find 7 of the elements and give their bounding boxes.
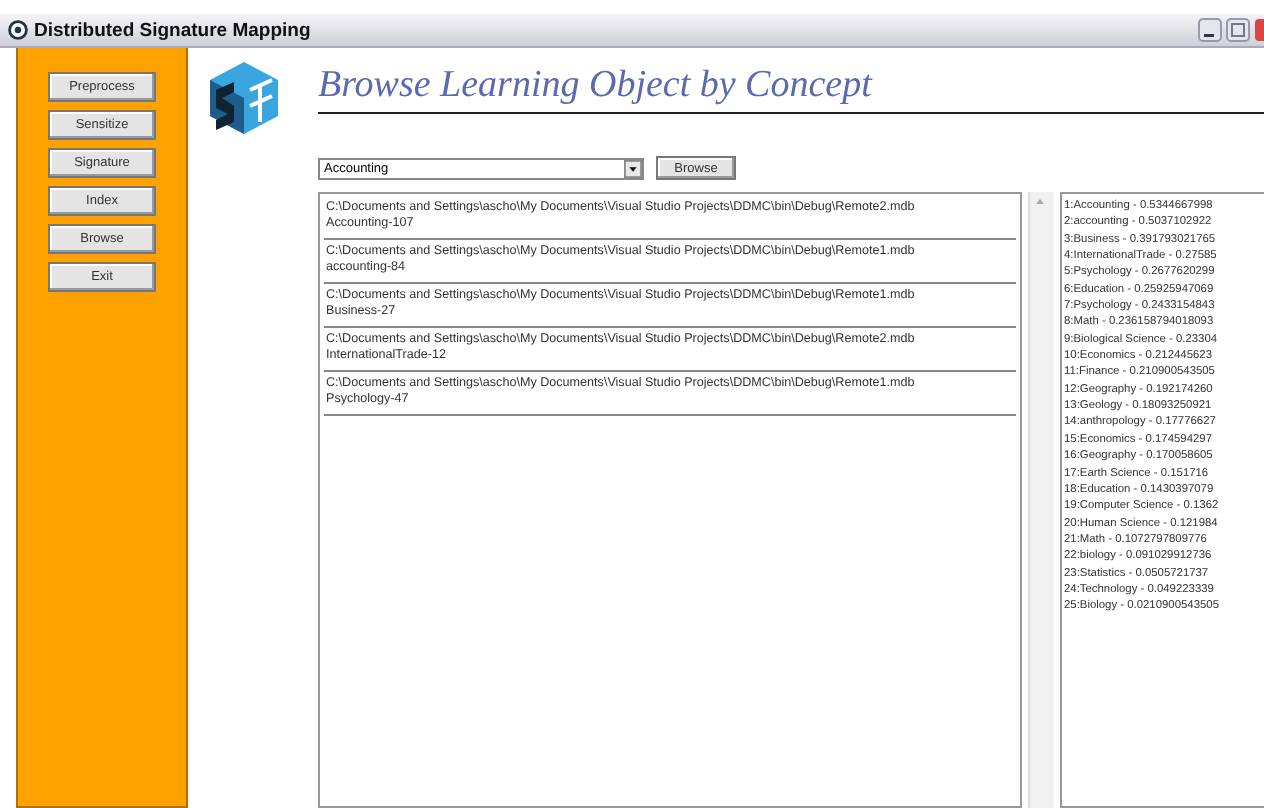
cube-logo-icon	[204, 58, 284, 138]
minimize-icon[interactable]	[1198, 18, 1222, 42]
app-icon	[8, 20, 28, 40]
maximize-icon[interactable]	[1226, 18, 1250, 42]
window-title: Distributed Signature Mapping	[34, 19, 313, 41]
page-heading: Browse Learning Object by Concept	[318, 64, 875, 108]
scrollbar[interactable]	[1028, 192, 1054, 808]
